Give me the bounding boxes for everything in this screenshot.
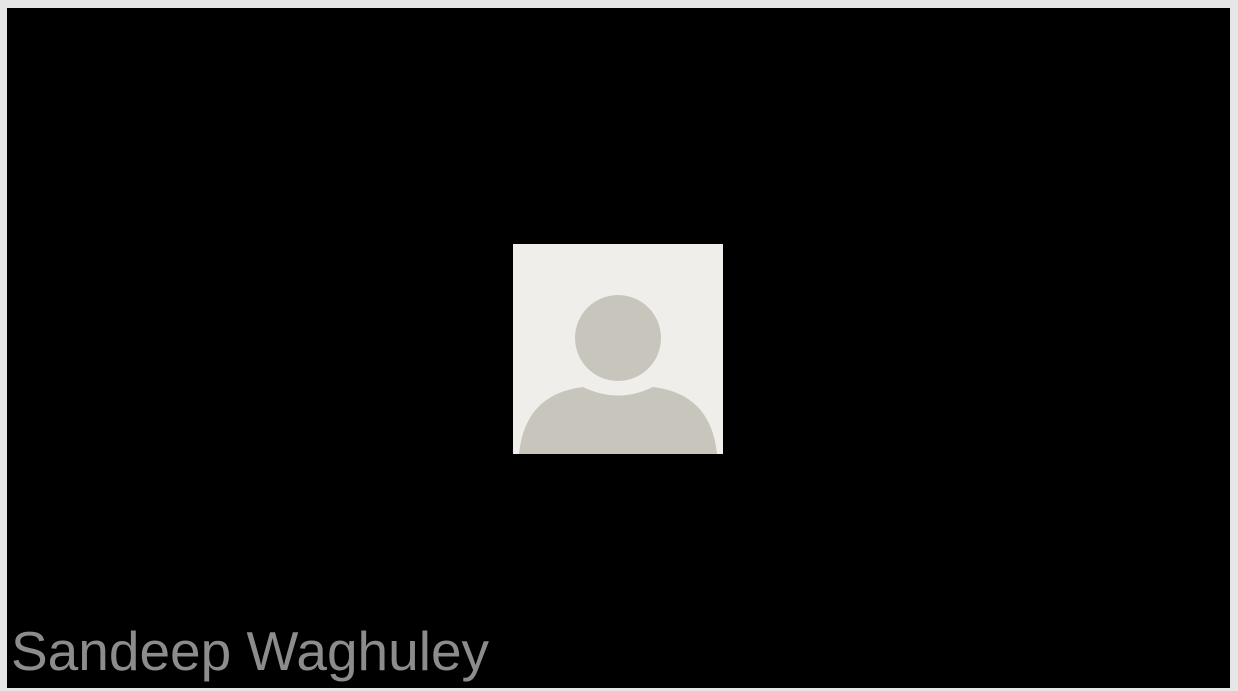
participant-name: Sandeep Waghuley [11, 620, 490, 682]
video-tile[interactable]: Sandeep Waghuley [0, 0, 1238, 691]
default-user-icon [513, 244, 723, 454]
participant-avatar [513, 244, 723, 454]
